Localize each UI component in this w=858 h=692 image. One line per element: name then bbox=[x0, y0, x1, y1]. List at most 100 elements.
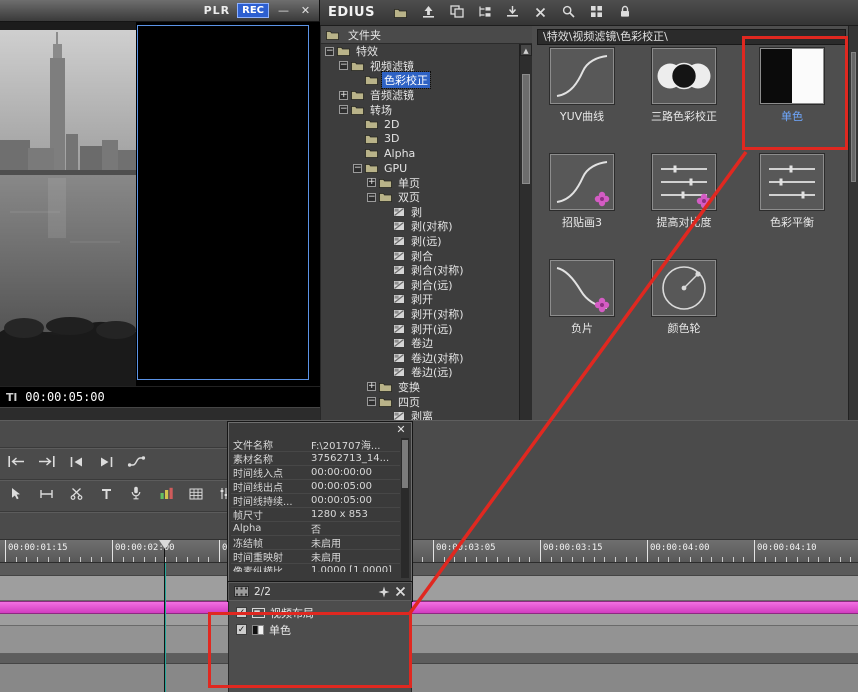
collapse-icon[interactable]: − bbox=[367, 397, 376, 406]
timeline-track-video[interactable] bbox=[0, 576, 858, 601]
timeline-track[interactable] bbox=[0, 664, 858, 692]
pager-close-icon[interactable] bbox=[395, 586, 406, 597]
tree-item[interactable]: +单页 bbox=[321, 175, 519, 190]
title-tool-button[interactable] bbox=[94, 485, 118, 504]
effect-settings-icon[interactable] bbox=[378, 586, 390, 598]
tree-item[interactable]: 剥开(对称) bbox=[321, 307, 519, 322]
tree-item[interactable]: Alpha bbox=[321, 146, 519, 161]
tree-item[interactable]: 剥合 bbox=[321, 248, 519, 263]
next-edit-button[interactable] bbox=[94, 453, 118, 472]
view-mode-button[interactable] bbox=[585, 3, 609, 23]
timeline-track-audio[interactable] bbox=[0, 626, 858, 654]
info-label: 文件名称 bbox=[231, 438, 311, 452]
effect-card[interactable]: 颜色轮 bbox=[636, 260, 732, 362]
tree-item[interactable]: − 四页 bbox=[321, 394, 519, 409]
tree-item[interactable]: +音频滤镜 bbox=[321, 88, 519, 103]
collapse-icon[interactable]: − bbox=[325, 47, 334, 56]
timeline-track[interactable] bbox=[0, 563, 858, 576]
transition-icon bbox=[393, 236, 405, 246]
effect-card[interactable]: 提高对比度 bbox=[636, 154, 732, 256]
palette-scrollbar[interactable] bbox=[848, 26, 858, 450]
annotation-rect-layer bbox=[208, 612, 412, 688]
expand-icon[interactable]: + bbox=[367, 382, 376, 391]
razor-tool-button[interactable] bbox=[64, 485, 88, 504]
tree-item[interactable]: 卷边(对称) bbox=[321, 350, 519, 365]
effect-card[interactable]: 负片 bbox=[534, 260, 630, 362]
ruler-tick bbox=[465, 557, 466, 562]
timeline-track[interactable] bbox=[0, 654, 858, 664]
popup-scrollbar[interactable] bbox=[401, 438, 409, 578]
effect-card[interactable]: YUV曲线 bbox=[534, 48, 630, 150]
preview-titlebar[interactable]: PLR REC — ✕ bbox=[0, 0, 319, 22]
timeline-track[interactable] bbox=[0, 614, 858, 626]
ruler-tick bbox=[476, 557, 477, 562]
tree-scrollbar[interactable]: ▲ ▼ bbox=[519, 44, 532, 450]
collapse-icon[interactable]: − bbox=[339, 105, 348, 114]
collapse-icon[interactable]: − bbox=[339, 61, 348, 70]
timeline-ruler[interactable]: 00:00:01:1500:00:02:0000:00:02:1000:00:0… bbox=[0, 539, 858, 563]
set-out-point-button[interactable] bbox=[34, 453, 58, 472]
tree-item[interactable]: 卷边(远) bbox=[321, 365, 519, 380]
set-in-point-button[interactable] bbox=[4, 453, 28, 472]
move-up-button[interactable] bbox=[417, 3, 441, 23]
delete-button[interactable] bbox=[529, 3, 553, 23]
tree-item-label: 四页 bbox=[396, 394, 422, 410]
clip-info-table: 文件名称F:\201707海...素材名称37562713_14...时间线入点… bbox=[231, 438, 400, 572]
tree-item[interactable]: − GPU bbox=[321, 161, 519, 176]
tree-item[interactable]: 剥(对称) bbox=[321, 219, 519, 234]
tree-item[interactable]: 2D bbox=[321, 117, 519, 132]
tree-item[interactable]: 卷边 bbox=[321, 336, 519, 351]
tree-item[interactable]: −特效 bbox=[321, 44, 519, 59]
sequence-route-button[interactable] bbox=[124, 453, 148, 472]
rec-mode-tab[interactable]: REC bbox=[237, 3, 269, 18]
tree-item[interactable]: −转场 bbox=[321, 102, 519, 117]
lock-button[interactable] bbox=[613, 3, 637, 23]
effect-card[interactable]: 三路色彩校正 bbox=[636, 48, 732, 150]
effect-card[interactable]: 色彩平衡 bbox=[744, 154, 840, 256]
trim-tool-button[interactable] bbox=[34, 485, 58, 504]
tree-item[interactable]: 剥合(远) bbox=[321, 278, 519, 293]
tree-item[interactable]: 色彩校正 bbox=[321, 73, 519, 88]
minimize-button[interactable]: — bbox=[276, 3, 291, 18]
close-button[interactable]: ✕ bbox=[298, 3, 313, 18]
popup-scrollbar-thumb[interactable] bbox=[402, 440, 408, 488]
tree-item[interactable]: 3D bbox=[321, 132, 519, 147]
duplicate-button[interactable] bbox=[445, 3, 469, 23]
expand-icon[interactable]: + bbox=[339, 91, 348, 100]
tree-item[interactable]: −双页 bbox=[321, 190, 519, 205]
tree-item[interactable]: 剥开(远) bbox=[321, 321, 519, 336]
open-folder-button[interactable] bbox=[389, 3, 413, 23]
effect-card[interactable]: 招贴画3 bbox=[534, 154, 630, 256]
collapse-icon[interactable]: − bbox=[353, 164, 362, 173]
previous-edit-button[interactable] bbox=[64, 453, 88, 472]
add-sequence-button[interactable] bbox=[473, 3, 497, 23]
ruler-timecode: 00:00:03:15 bbox=[543, 543, 603, 553]
ruler-tick bbox=[16, 557, 17, 562]
tree-item[interactable]: 剥开 bbox=[321, 292, 519, 307]
tree-item[interactable]: +变换 bbox=[321, 380, 519, 395]
transition-icon bbox=[393, 353, 405, 363]
expand-icon[interactable]: + bbox=[367, 178, 376, 187]
scroll-up-icon[interactable]: ▲ bbox=[520, 44, 532, 56]
tree-item-label: 剥(远) bbox=[409, 233, 444, 249]
collapse-icon[interactable]: − bbox=[367, 193, 376, 202]
tree-item[interactable]: 剥 bbox=[321, 205, 519, 220]
palette-scrollbar-thumb[interactable] bbox=[851, 52, 856, 182]
search-button[interactable] bbox=[557, 3, 581, 23]
tree-item[interactable]: −视频滤镜 bbox=[321, 59, 519, 74]
tree-item[interactable]: 剥合(对称) bbox=[321, 263, 519, 278]
playhead[interactable] bbox=[159, 540, 171, 549]
ruler-tick bbox=[690, 557, 691, 562]
select-tool-button[interactable] bbox=[4, 485, 28, 504]
export-table-button[interactable] bbox=[184, 485, 208, 504]
voiceover-button[interactable] bbox=[124, 485, 148, 504]
transition-icon bbox=[393, 294, 405, 304]
tree-item[interactable]: 剥(远) bbox=[321, 234, 519, 249]
popup-close-button[interactable]: ✕ bbox=[394, 423, 408, 436]
tree-scrollbar-thumb[interactable] bbox=[522, 74, 530, 184]
tree-item-label: GPU bbox=[382, 162, 409, 175]
audio-meter-button[interactable] bbox=[154, 485, 178, 504]
timeline-track-selected-clip[interactable] bbox=[0, 601, 858, 614]
import-button[interactable] bbox=[501, 3, 525, 23]
close-x-icon bbox=[535, 3, 546, 22]
